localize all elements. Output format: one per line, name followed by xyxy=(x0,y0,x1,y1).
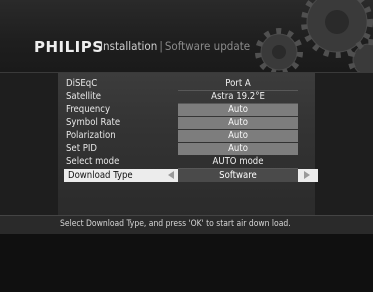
page-title: Installation | Software update xyxy=(100,39,250,53)
brand-logo: PHILIPS xyxy=(34,38,104,56)
setting-label: Symbol Rate xyxy=(66,117,121,128)
triangle-right-icon[interactable] xyxy=(304,171,310,179)
setting-row-frequency[interactable]: Frequency Auto xyxy=(66,104,316,116)
bottom-area xyxy=(0,234,373,292)
setting-label: Frequency xyxy=(66,104,111,115)
setting-value[interactable]: Auto xyxy=(178,143,298,155)
setting-label: DiSEqC xyxy=(66,78,98,89)
setting-value[interactable]: Astra 19.2°E xyxy=(178,91,298,104)
settings-panel: DiSEqC Port A Satellite Astra 19.2°E Fre… xyxy=(0,73,373,215)
setting-label: Download Type xyxy=(68,170,133,181)
tv-screen: PHILIPS Installation | Software update DiS… xyxy=(0,0,373,292)
setting-label: Polarization xyxy=(66,130,116,141)
subtitle-text: Software update xyxy=(164,39,251,53)
header: PHILIPS Installation | Software update xyxy=(0,0,373,74)
help-bar: Select Download Type, and press 'OK' to … xyxy=(0,215,373,234)
setting-row-symbol-rate[interactable]: Symbol Rate Auto xyxy=(66,117,316,129)
triangle-left-icon[interactable] xyxy=(168,171,174,179)
setting-row-polarization[interactable]: Polarization Auto xyxy=(66,130,316,142)
gears-icon xyxy=(255,0,373,74)
setting-value[interactable]: AUTO mode xyxy=(178,156,298,169)
setting-row-diseqc[interactable]: DiSEqC Port A xyxy=(66,78,316,91)
setting-label: Satellite xyxy=(66,91,102,102)
setting-label: Select mode xyxy=(66,156,120,167)
setting-value[interactable]: Auto xyxy=(178,104,298,116)
right-margin xyxy=(315,73,373,215)
setting-value[interactable]: Port A xyxy=(178,78,298,91)
setting-row-set-pid[interactable]: Set PID Auto xyxy=(66,143,316,155)
title-separator: | xyxy=(159,39,163,53)
settings-list: DiSEqC Port A Satellite Astra 19.2°E Fre… xyxy=(64,78,318,183)
setting-row-satellite[interactable]: Satellite Astra 19.2°E xyxy=(66,91,316,104)
left-margin xyxy=(0,73,58,215)
setting-value[interactable]: Auto xyxy=(178,117,298,129)
setting-row-select-mode[interactable]: Select mode AUTO mode xyxy=(66,156,316,169)
setting-label: Set PID xyxy=(66,143,98,154)
title-text: Installation xyxy=(100,39,158,53)
setting-row-download-type[interactable]: Download Type Software xyxy=(64,169,318,182)
setting-value[interactable]: Software xyxy=(178,169,298,182)
help-text: Select Download Type, and press 'OK' to … xyxy=(60,219,291,229)
setting-value[interactable]: Auto xyxy=(178,130,298,142)
